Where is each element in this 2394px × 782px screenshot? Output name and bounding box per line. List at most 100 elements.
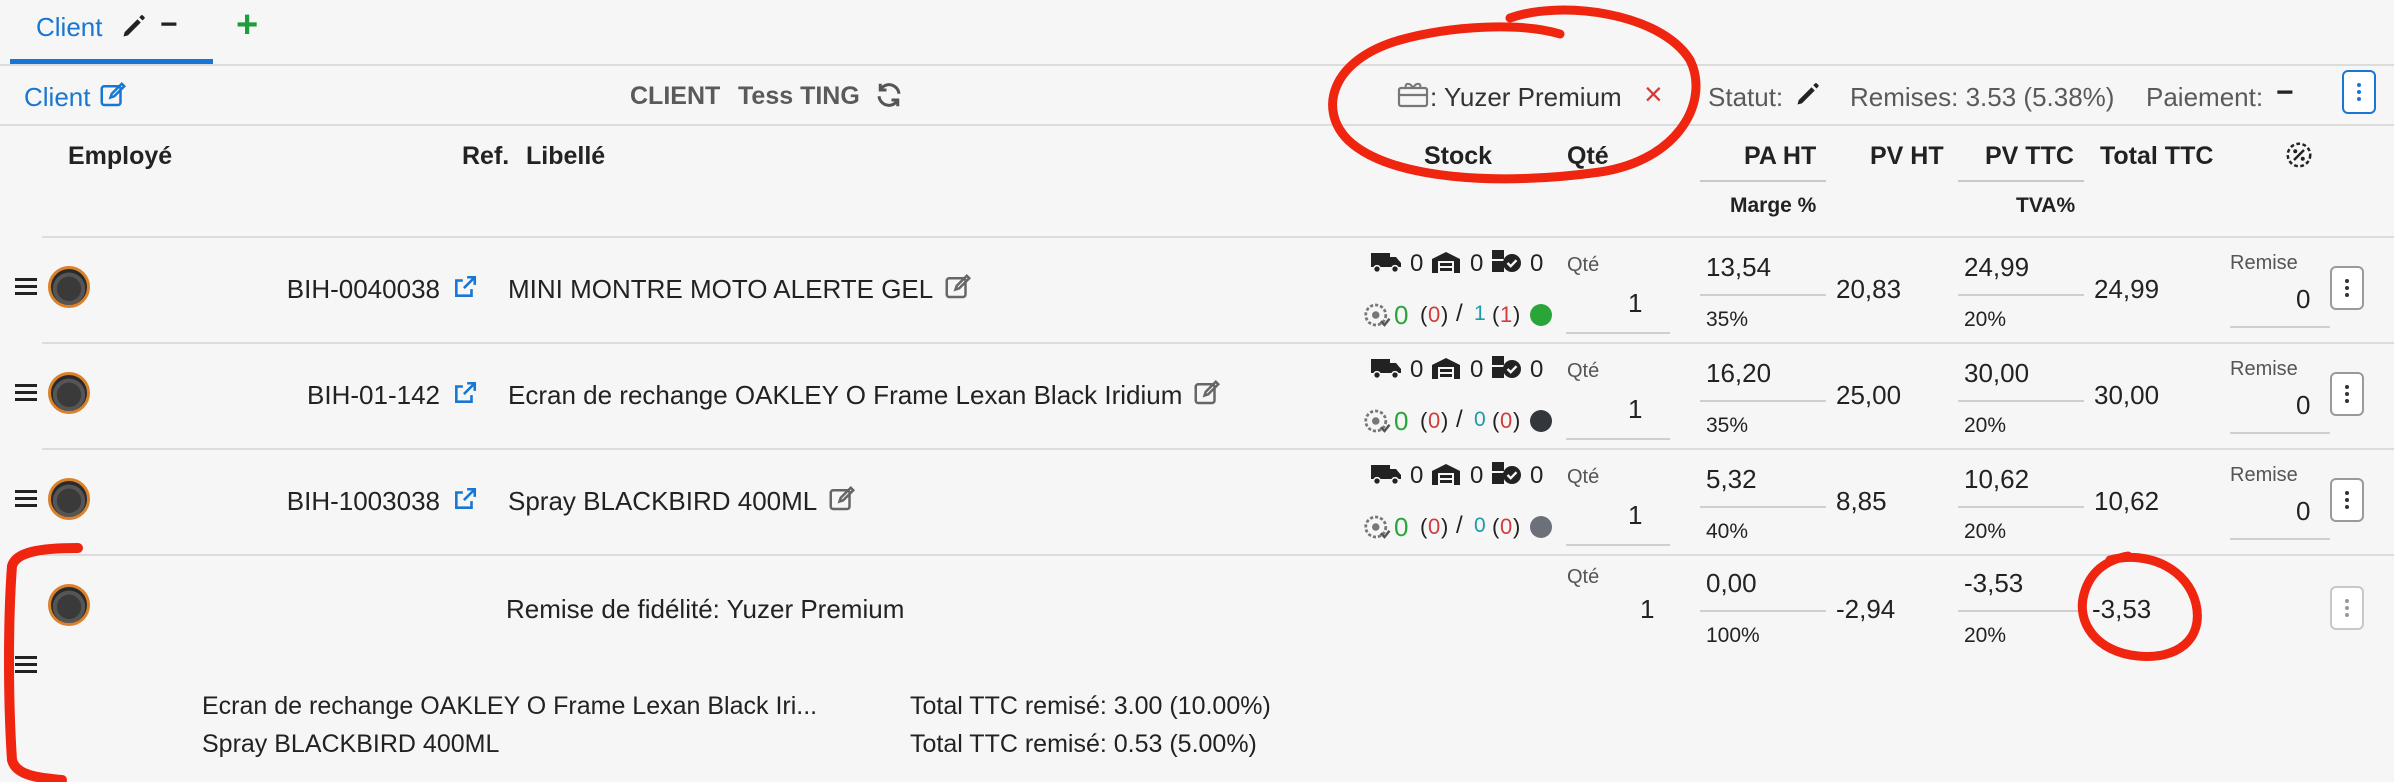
- avail-paren-open: (: [1420, 302, 1428, 327]
- stock-transit: 0: [1410, 356, 1424, 383]
- employee-avatar: [48, 584, 90, 626]
- avail-alt-pending: 0: [1500, 408, 1513, 433]
- header-stock: Stock: [1424, 142, 1493, 170]
- pv-ttc-input[interactable]: 24,99: [1964, 252, 2029, 283]
- quantity-input[interactable]: 1: [1628, 288, 1642, 319]
- stock-warehouse: 0: [1470, 462, 1484, 489]
- external-link-icon[interactable]: [452, 486, 478, 519]
- pa-ht-input[interactable]: 16,20: [1706, 358, 1771, 389]
- drag-handle-icon[interactable]: [15, 652, 37, 677]
- pv-ht-value: 20,83: [1836, 274, 1902, 304]
- product-label: MINI MONTRE MOTO ALERTE GEL: [508, 274, 934, 304]
- field-underline: [1958, 400, 2084, 402]
- qty-label: Qté: [1567, 254, 1600, 276]
- pencil-icon[interactable]: [120, 12, 148, 40]
- external-link-icon[interactable]: [452, 380, 478, 413]
- avail-alt-pending: 0: [1500, 514, 1513, 539]
- avail-separator: /: [1456, 406, 1463, 433]
- divider: [1700, 180, 1826, 182]
- marge-value: 100%: [1706, 624, 1760, 647]
- avail-pending: 0: [1428, 514, 1441, 539]
- tab-client[interactable]: Client −: [10, 0, 213, 64]
- header-ref: Ref.: [462, 142, 510, 170]
- pa-ht-input[interactable]: 13,54: [1706, 252, 1771, 283]
- stock-reserved: 0: [1530, 356, 1544, 383]
- tva-value: 20%: [1964, 624, 2007, 647]
- stock-status-dot: [1530, 410, 1552, 432]
- avail-pending: 0: [1428, 302, 1441, 327]
- pv-ttc-value: -3,53: [1964, 568, 2024, 598]
- header-tva: TVA%: [2016, 194, 2076, 217]
- row-menu-button[interactable]: [2330, 266, 2364, 310]
- warehouse-icon: [1430, 356, 1462, 387]
- stock-transit: 0: [1410, 250, 1424, 277]
- stock-check-icon: [1490, 460, 1522, 493]
- more-options-button[interactable]: [2342, 70, 2376, 114]
- remise-input[interactable]: 0: [2296, 284, 2310, 315]
- row-menu-button[interactable]: [2330, 586, 2364, 630]
- edit-label-icon[interactable]: [1192, 378, 1222, 415]
- pa-ht-input[interactable]: 5,32: [1706, 464, 1757, 495]
- avail-qty: 0: [1394, 300, 1409, 330]
- field-underline: [2230, 326, 2330, 328]
- header-employe: Employé: [68, 142, 173, 170]
- remove-loyalty-button[interactable]: ×: [1644, 76, 1663, 113]
- field-underline: [1566, 332, 1670, 334]
- remise-label: Remise: [2230, 464, 2298, 486]
- tab-minus-button[interactable]: −: [160, 8, 178, 42]
- refresh-icon[interactable]: [874, 80, 904, 110]
- stock-reserved: 0: [1530, 250, 1544, 277]
- field-underline: [2230, 432, 2330, 434]
- total-ttc-value: 10,62: [2094, 486, 2160, 516]
- marge-input[interactable]: 35%: [1706, 308, 1748, 332]
- field-underline: [1958, 506, 2084, 508]
- remise-label: Remise: [2230, 358, 2298, 380]
- availability-gear-icon: [1362, 406, 1392, 443]
- edit-client-icon[interactable]: [98, 80, 128, 110]
- client-link[interactable]: Client: [24, 82, 90, 113]
- avail-separator: /: [1456, 512, 1463, 539]
- remise-input[interactable]: 0: [2296, 390, 2310, 421]
- avail-pending: 0: [1428, 408, 1441, 433]
- stock-transit: 0: [1410, 462, 1424, 489]
- field-underline: [1700, 400, 1826, 402]
- external-link-icon[interactable]: [452, 274, 478, 307]
- row-menu-button[interactable]: [2330, 478, 2364, 522]
- row-menu-button[interactable]: [2330, 372, 2364, 416]
- avail-paren-open: (: [1492, 302, 1500, 327]
- avail-alt: 1: [1474, 302, 1486, 325]
- field-underline: [1700, 506, 1826, 508]
- add-tab-button[interactable]: +: [236, 4, 258, 47]
- pv-ttc-input[interactable]: 10,62: [1964, 464, 2029, 495]
- edit-label-icon[interactable]: [827, 484, 857, 521]
- discount-detail-item: Spray BLACKBIRD 400ML: [202, 730, 500, 758]
- edit-label-icon[interactable]: [943, 272, 973, 309]
- drag-handle-icon[interactable]: [15, 380, 37, 405]
- avail-separator: /: [1456, 300, 1463, 327]
- pv-ttc-input[interactable]: 30,00: [1964, 358, 2029, 389]
- availability-gear-icon: [1362, 300, 1392, 337]
- employee-avatar: [48, 266, 90, 308]
- stock-reserved: 0: [1530, 462, 1544, 489]
- discount-settings-icon[interactable]: [2284, 140, 2314, 170]
- marge-input[interactable]: 35%: [1706, 414, 1748, 438]
- product-ref: BIH-1003038: [286, 486, 440, 516]
- drag-handle-icon[interactable]: [15, 486, 37, 511]
- header-pa-ht: PA HT: [1744, 142, 1817, 170]
- stock-status-dot: [1530, 304, 1552, 326]
- avail-qty: 0: [1394, 512, 1409, 542]
- remise-input[interactable]: 0: [2296, 496, 2310, 527]
- remise-label: Remise: [2230, 252, 2298, 274]
- divider: [42, 554, 2394, 556]
- quantity-input[interactable]: 1: [1628, 500, 1642, 531]
- avail-alt: 0: [1474, 408, 1486, 431]
- marge-input[interactable]: 40%: [1706, 520, 1748, 544]
- drag-handle-icon[interactable]: [15, 274, 37, 299]
- avail-alt-pending: 1: [1500, 302, 1513, 327]
- edit-statut-icon[interactable]: [1794, 80, 1822, 108]
- quantity-input[interactable]: 1: [1628, 394, 1642, 425]
- tva-input[interactable]: 20%: [1964, 520, 2006, 544]
- avail-alt: 0: [1474, 514, 1486, 537]
- tva-input[interactable]: 20%: [1964, 414, 2006, 438]
- tva-input[interactable]: 20%: [1964, 308, 2006, 332]
